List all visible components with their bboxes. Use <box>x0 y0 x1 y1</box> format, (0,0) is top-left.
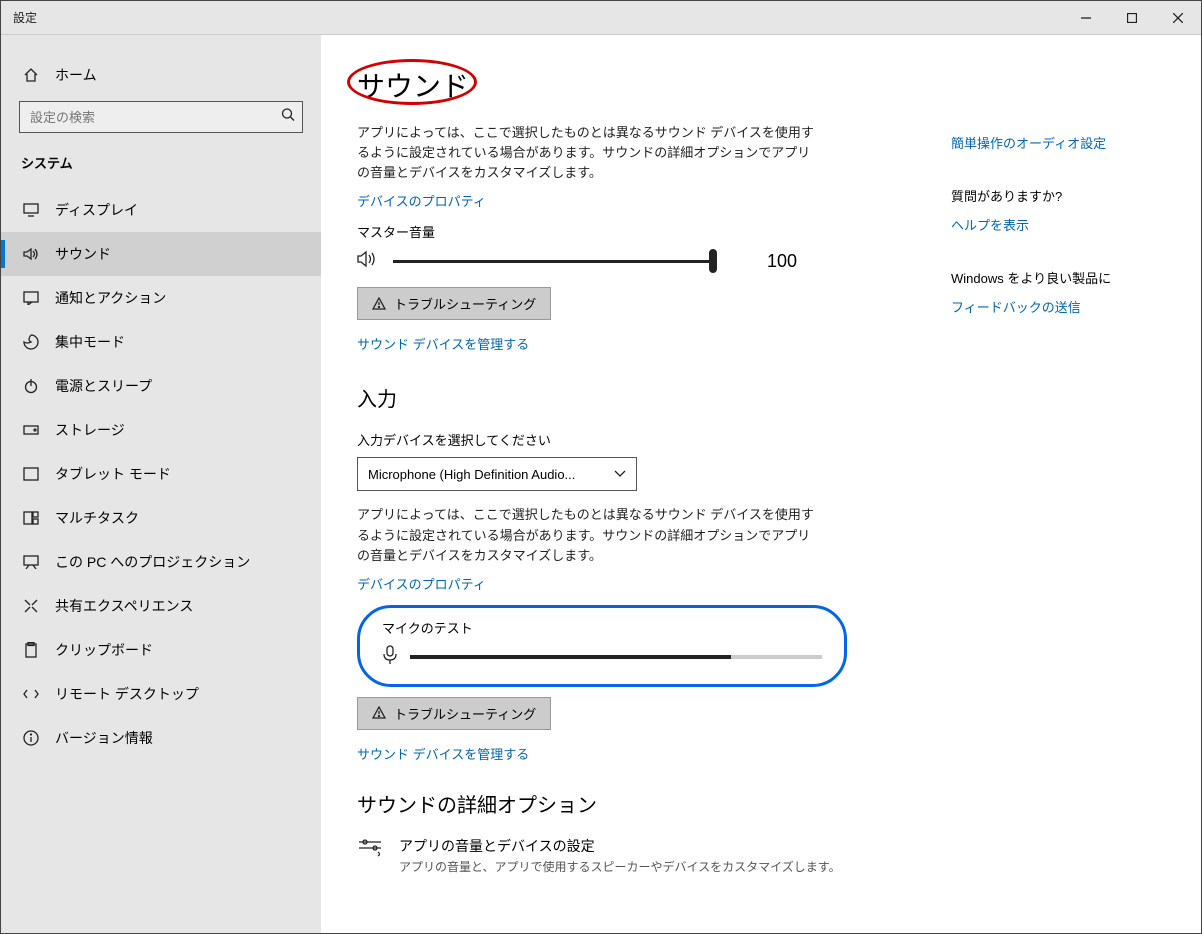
manage-devices-link[interactable]: サウンド デバイスを管理する <box>357 334 947 353</box>
nav-label: 共有エクスペリエンス <box>55 596 193 616</box>
app-volume-link[interactable]: アプリの音量とデバイスの設定 アプリの音量と、アプリで使用するスピーカーやデバイ… <box>357 836 947 875</box>
master-volume-label: マスター音量 <box>357 222 947 241</box>
input-select-label: 入力デバイスを選択してください <box>357 430 947 449</box>
category-label: システム <box>1 147 321 188</box>
close-button[interactable] <box>1155 2 1201 34</box>
nav-label: バージョン情報 <box>55 728 153 748</box>
nav-remote[interactable]: リモート デスクトップ <box>1 672 321 716</box>
nav-power[interactable]: 電源とスリープ <box>1 364 321 408</box>
share-icon <box>21 598 41 614</box>
nav-storage[interactable]: ストレージ <box>1 408 321 452</box>
search-box[interactable] <box>19 101 303 133</box>
nav-label: 電源とスリープ <box>55 376 152 396</box>
nav-shared[interactable]: 共有エクスペリエンス <box>1 584 321 628</box>
advanced-header: サウンドの詳細オプション <box>357 789 947 818</box>
page-title-text: サウンド <box>357 71 469 102</box>
nav-label: サウンド <box>55 244 111 264</box>
title-bar: 設定 <box>1 1 1201 35</box>
home-label: ホーム <box>55 65 97 85</box>
search-input[interactable] <box>19 101 303 133</box>
chevron-down-icon <box>614 470 626 478</box>
nav-label: リモート デスクトップ <box>55 684 199 704</box>
display-icon <box>21 203 41 217</box>
remote-icon <box>21 686 41 702</box>
notification-icon <box>21 291 41 305</box>
nav-clipboard[interactable]: クリップボード <box>1 628 321 672</box>
info-icon <box>21 730 41 746</box>
nav-label: ディスプレイ <box>55 200 138 220</box>
input-description: アプリによっては、ここで選択したものとは異なるサウンド デバイスを使用するように… <box>357 505 817 565</box>
ease-of-access-link[interactable]: 簡単操作のオーディオ設定 <box>951 133 1171 152</box>
troubleshoot-input-button[interactable]: トラブルシューティング <box>357 697 551 730</box>
search-icon <box>281 108 295 127</box>
input-header: 入力 <box>357 383 947 412</box>
right-column: 簡単操作のオーディオ設定 質問がありますか? ヘルプを表示 Windows をよ… <box>951 133 1171 350</box>
nav-notifications[interactable]: 通知とアクション <box>1 276 321 320</box>
help-link[interactable]: ヘルプを表示 <box>951 215 1171 234</box>
qa-header: 質問がありますか? <box>951 186 1171 205</box>
nav-label: この PC へのプロジェクション <box>55 552 250 572</box>
maximize-button[interactable] <box>1109 2 1155 34</box>
nav-label: 通知とアクション <box>55 288 166 308</box>
window-title: 設定 <box>1 9 1063 26</box>
main-content: サウンド アプリによっては、ここで選択したものとは異なるサウンド デバイスを使用… <box>321 35 1201 933</box>
home-icon <box>21 67 41 83</box>
multitask-icon <box>21 511 41 525</box>
focus-icon <box>21 334 41 350</box>
mic-test-label: マイクのテスト <box>382 618 822 637</box>
nav-about[interactable]: バージョン情報 <box>1 716 321 760</box>
adv-item-title: アプリの音量とデバイスの設定 <box>399 836 841 856</box>
volume-value: 100 <box>767 251 797 272</box>
adv-item-subtitle: アプリの音量と、アプリで使用するスピーカーやデバイスをカスタマイズします。 <box>399 858 841 875</box>
projection-icon <box>21 555 41 569</box>
clipboard-icon <box>21 642 41 658</box>
tablet-icon <box>21 467 41 481</box>
page-title: サウンド <box>357 65 469 105</box>
troubleshoot-label: トラブルシューティング <box>394 704 536 723</box>
mic-level-fill <box>410 655 731 659</box>
mixer-icon <box>357 836 385 875</box>
window-controls <box>1063 2 1201 34</box>
minimize-button[interactable] <box>1063 2 1109 34</box>
home-link[interactable]: ホーム <box>1 57 321 93</box>
sound-icon <box>21 247 41 261</box>
power-icon <box>21 378 41 394</box>
device-properties-link[interactable]: デバイスのプロパティ <box>357 191 947 210</box>
manage-devices-link-2[interactable]: サウンド デバイスを管理する <box>357 744 947 763</box>
speaker-icon <box>357 250 379 273</box>
troubleshoot-output-button[interactable]: トラブルシューティング <box>357 287 551 320</box>
nav-label: ストレージ <box>55 420 125 440</box>
warning-icon <box>372 706 386 720</box>
nav-multitask[interactable]: マルチタスク <box>1 496 321 540</box>
dropdown-value: Microphone (High Definition Audio... <box>368 467 575 482</box>
nav-focus[interactable]: 集中モード <box>1 320 321 364</box>
storage-icon <box>21 425 41 435</box>
volume-slider[interactable] <box>393 249 713 273</box>
nav-label: タブレット モード <box>55 464 171 484</box>
warning-icon <box>372 297 386 311</box>
nav-label: マルチタスク <box>55 508 139 528</box>
nav-projection[interactable]: この PC へのプロジェクション <box>1 540 321 584</box>
improve-header: Windows をより良い製品に <box>951 268 1171 287</box>
output-description: アプリによっては、ここで選択したものとは異なるサウンド デバイスを使用するように… <box>357 123 817 183</box>
mic-test-section: マイクのテスト <box>357 605 847 687</box>
nav-label: クリップボード <box>55 640 153 660</box>
microphone-icon <box>382 645 398 670</box>
troubleshoot-label: トラブルシューティング <box>394 294 536 313</box>
device-properties-link-input[interactable]: デバイスのプロパティ <box>357 574 947 593</box>
sidebar: ホーム システム ディスプレイ サウンド 通知とアクション 集中モード 電源 <box>1 35 321 933</box>
mic-level-bar <box>410 655 822 659</box>
slider-thumb[interactable] <box>709 249 717 273</box>
nav-sound[interactable]: サウンド <box>1 232 321 276</box>
nav-display[interactable]: ディスプレイ <box>1 188 321 232</box>
feedback-link[interactable]: フィードバックの送信 <box>951 297 1171 316</box>
input-device-dropdown[interactable]: Microphone (High Definition Audio... <box>357 457 637 491</box>
nav-label: 集中モード <box>55 332 125 352</box>
nav-tablet[interactable]: タブレット モード <box>1 452 321 496</box>
